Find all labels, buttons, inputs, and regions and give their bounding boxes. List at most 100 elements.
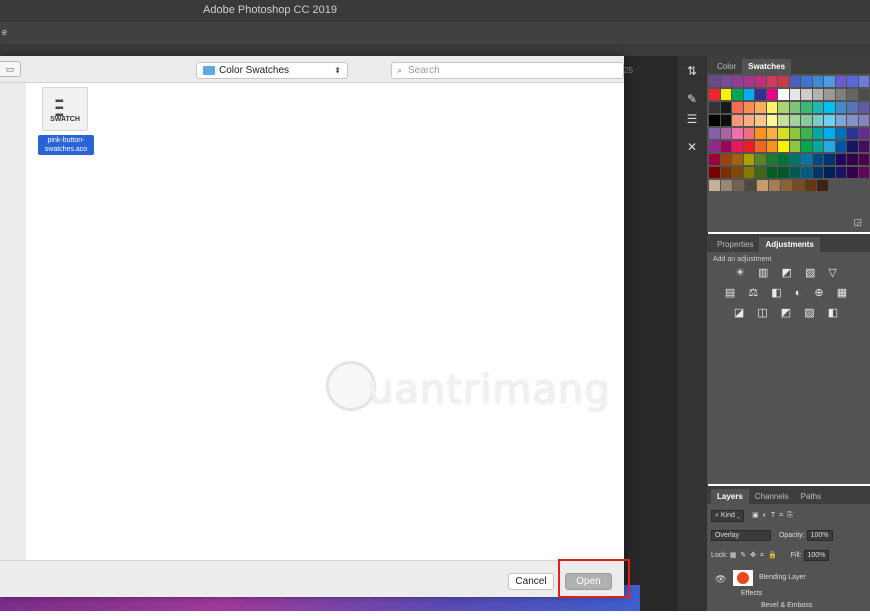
swatch-color[interactable]: [835, 89, 846, 100]
swatch-color[interactable]: [847, 89, 858, 100]
swatch-color[interactable]: [755, 154, 766, 165]
swatch-color[interactable]: [732, 128, 743, 139]
swatch-color[interactable]: [766, 115, 777, 126]
swatch-color[interactable]: [766, 128, 777, 139]
filter-kind-select[interactable]: ⌕ Kind ⌄: [711, 510, 745, 522]
swatch-color[interactable]: [847, 115, 858, 126]
swatch-color[interactable]: [778, 128, 789, 139]
swatch-color[interactable]: [755, 76, 766, 87]
adjustment-icons-row-2[interactable]: ▤ ⚖ ◧ ◐ ⊕ ▦: [707, 286, 870, 299]
swatch-color[interactable]: [755, 167, 766, 178]
swatch-color[interactable]: [801, 167, 812, 178]
swatch-color[interactable]: [757, 180, 768, 191]
swatch-color[interactable]: [720, 115, 731, 126]
swatch-color[interactable]: [709, 76, 720, 87]
tab-layers[interactable]: Layers: [711, 489, 749, 504]
swatch-color[interactable]: [778, 167, 789, 178]
swatch-color[interactable]: [709, 128, 720, 139]
swatch-color[interactable]: [720, 141, 731, 152]
swatch-color[interactable]: [778, 115, 789, 126]
swatch-color[interactable]: [847, 141, 858, 152]
swatch-color[interactable]: [812, 167, 823, 178]
tab-channels[interactable]: Channels: [749, 489, 795, 504]
swatch-color[interactable]: [847, 167, 858, 178]
swatch-color[interactable]: [858, 154, 869, 165]
swatch-color[interactable]: [766, 89, 777, 100]
swatch-color[interactable]: [793, 180, 804, 191]
swatch-color[interactable]: [858, 76, 869, 87]
swatch-color[interactable]: [835, 115, 846, 126]
swatch-color[interactable]: [789, 154, 800, 165]
visibility-eye-icon[interactable]: 👁: [715, 574, 726, 585]
swatch-color[interactable]: [743, 76, 754, 87]
filter-icons[interactable]: ▣◐T⌗⎘: [752, 512, 797, 519]
blend-mode-select[interactable]: Overlay: [711, 530, 771, 541]
swatch-color[interactable]: [789, 102, 800, 113]
search-input[interactable]: [406, 64, 610, 77]
swatch-color[interactable]: [743, 141, 754, 152]
layer-row[interactable]: 👁 Blending Layer: [711, 570, 866, 590]
swatch-color[interactable]: [812, 128, 823, 139]
swatch-color[interactable]: [743, 167, 754, 178]
swatch-color[interactable]: [766, 141, 777, 152]
swatch-color[interactable]: [801, 154, 812, 165]
swatch-color[interactable]: [743, 89, 754, 100]
tools-icon[interactable]: ✕: [685, 140, 699, 154]
tab-properties[interactable]: Properties: [711, 237, 759, 252]
swatch-color[interactable]: [847, 128, 858, 139]
swatch-color[interactable]: [709, 141, 720, 152]
swatch-color[interactable]: [743, 102, 754, 113]
swatch-color[interactable]: [835, 154, 846, 165]
lock-icons[interactable]: ▦✎✥⌗🔒: [730, 552, 781, 559]
swatch-color[interactable]: [824, 128, 835, 139]
adjustment-icons-row-1[interactable]: ☀ ▥ ◩ ▧ ▽: [707, 266, 870, 279]
swatch-color[interactable]: [801, 89, 812, 100]
swatch-color[interactable]: [720, 128, 731, 139]
swatch-color[interactable]: [778, 102, 789, 113]
swatch-color[interactable]: [824, 167, 835, 178]
swatch-color[interactable]: [789, 89, 800, 100]
swatch-color[interactable]: [858, 128, 869, 139]
swatch-color[interactable]: [835, 128, 846, 139]
swatch-color[interactable]: [709, 154, 720, 165]
swatch-color[interactable]: [755, 141, 766, 152]
swatch-color[interactable]: [801, 102, 812, 113]
swatch-color[interactable]: [789, 141, 800, 152]
swatch-color[interactable]: [847, 76, 858, 87]
swatch-color[interactable]: [755, 128, 766, 139]
swatch-color[interactable]: [812, 154, 823, 165]
tab-adjustments[interactable]: Adjustments: [759, 237, 820, 252]
swatch-color[interactable]: [801, 128, 812, 139]
swatch-color[interactable]: [824, 102, 835, 113]
swatch-color[interactable]: [789, 115, 800, 126]
swatch-color[interactable]: [709, 89, 720, 100]
swatch-color[interactable]: [755, 89, 766, 100]
swatch-color[interactable]: [720, 89, 731, 100]
swatch-color[interactable]: [720, 167, 731, 178]
history-icon[interactable]: ⇅: [685, 64, 699, 78]
swatch-color[interactable]: [824, 89, 835, 100]
swatch-color[interactable]: [847, 102, 858, 113]
swatch-color[interactable]: [766, 102, 777, 113]
swatch-color[interactable]: [812, 102, 823, 113]
sidebar-toggle-icon[interactable]: ▭: [0, 61, 21, 77]
swatch-color[interactable]: [709, 167, 720, 178]
tab-paths[interactable]: Paths: [795, 489, 827, 504]
swatch-color[interactable]: [812, 115, 823, 126]
swatch-color[interactable]: [732, 167, 743, 178]
swatch-color[interactable]: [801, 115, 812, 126]
swatch-color[interactable]: [824, 76, 835, 87]
swatch-color[interactable]: [801, 76, 812, 87]
sliders-icon[interactable]: ☰: [685, 112, 699, 126]
swatch-color[interactable]: [732, 141, 743, 152]
swatch-color[interactable]: [805, 180, 816, 191]
swatch-color[interactable]: [858, 115, 869, 126]
swatch-color[interactable]: [801, 141, 812, 152]
swatch-color[interactable]: [812, 89, 823, 100]
swatch-color[interactable]: [812, 76, 823, 87]
menu-fragment[interactable]: e: [2, 27, 7, 37]
swatch-color[interactable]: [720, 102, 731, 113]
swatch-color[interactable]: [789, 128, 800, 139]
swatch-color[interactable]: [732, 89, 743, 100]
swatch-color[interactable]: [812, 141, 823, 152]
